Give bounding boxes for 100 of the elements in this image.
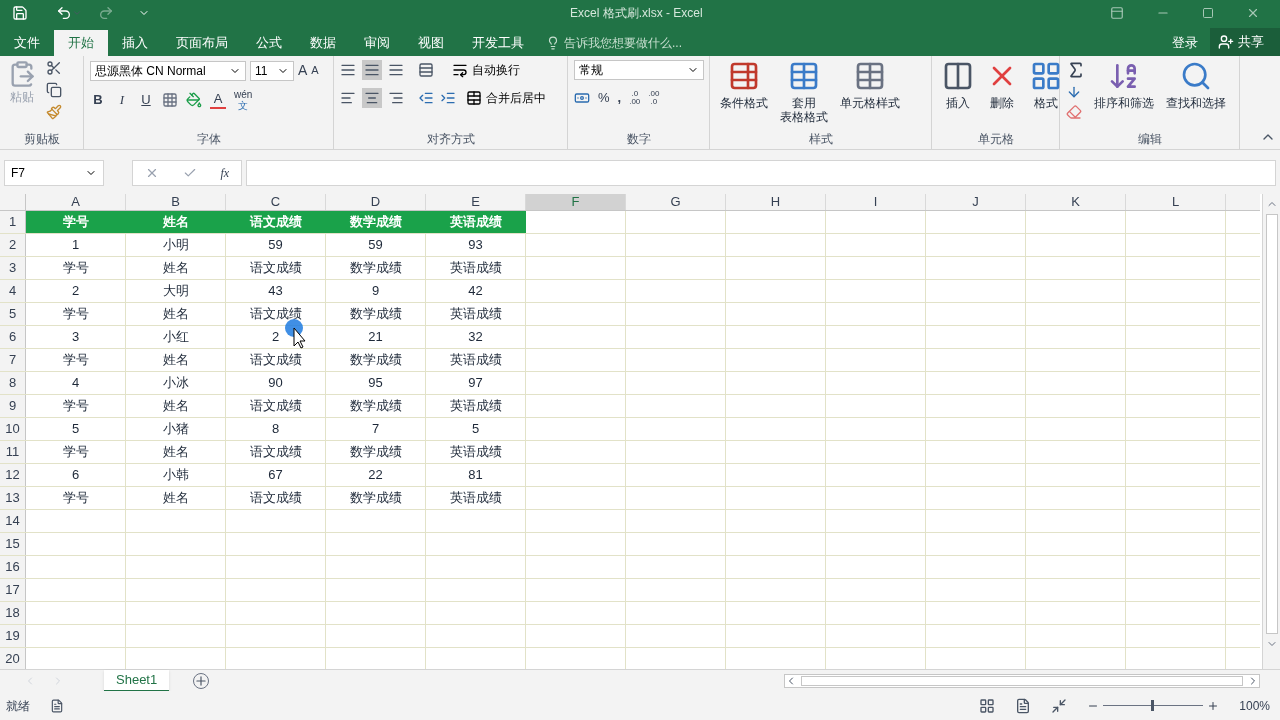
- ribbon-button[interactable]: 插入: [938, 60, 978, 110]
- table-cell: 姓名: [126, 487, 226, 509]
- row-header[interactable]: 11: [0, 441, 26, 463]
- zoom-level[interactable]: 100%: [1239, 696, 1270, 715]
- table-cell: 小冰: [126, 372, 226, 394]
- column-header[interactable]: B: [126, 194, 226, 210]
- ribbon-button[interactable]: 条件格式: [716, 60, 772, 110]
- table-cell: 67: [226, 464, 326, 486]
- wrap-text-button[interactable]: 自动换行: [452, 61, 520, 79]
- font-size-field[interactable]: 11: [250, 60, 294, 81]
- table-cell: 8: [226, 418, 326, 440]
- bold-button[interactable]: B: [90, 90, 106, 110]
- share-button[interactable]: 共享: [1210, 28, 1280, 56]
- name-box[interactable]: F7: [4, 160, 104, 186]
- ribbon-button[interactable]: 格式: [1026, 60, 1066, 110]
- table-cell: 英语成绩: [426, 441, 526, 463]
- grow-font-button[interactable]: A: [298, 60, 308, 81]
- group-label: 单元格: [976, 131, 1015, 148]
- row-header[interactable]: 1: [0, 211, 26, 233]
- table-cell: 姓名: [126, 395, 226, 417]
- ribbon-button[interactable]: 套用 表格格式: [776, 60, 832, 124]
- row-header[interactable]: 17: [0, 579, 26, 601]
- table-cell: 3: [26, 326, 126, 348]
- insert-function-button[interactable]: fx: [220, 164, 230, 182]
- row-header[interactable]: 15: [0, 533, 26, 555]
- row-header[interactable]: 8: [0, 372, 26, 394]
- row-header[interactable]: 20: [0, 648, 26, 669]
- ribbon-button[interactable]: 排序和筛选: [1090, 60, 1158, 110]
- table-cell: 9: [326, 280, 426, 302]
- table-cell: 21: [326, 326, 426, 348]
- row-header[interactable]: 16: [0, 556, 26, 578]
- number-format-field[interactable]: 常规: [574, 60, 704, 80]
- column-header[interactable]: A: [26, 194, 126, 210]
- increase-decimal-button[interactable]: .0 .00: [629, 89, 641, 106]
- ribbon-button[interactable]: 单元格样式: [836, 60, 904, 110]
- table-cell: 小韩: [126, 464, 226, 486]
- header-cell: 数学成绩: [326, 211, 426, 233]
- ribbon-tab[interactable]: 页面布局: [162, 30, 242, 56]
- ribbon-tab[interactable]: 视图: [404, 30, 458, 56]
- ribbon-tab[interactable]: 数据: [296, 30, 350, 56]
- column-header[interactable]: H: [726, 194, 826, 210]
- phonetic-button[interactable]: wén 文: [234, 89, 253, 111]
- ribbon-tab[interactable]: 文件: [0, 30, 54, 56]
- column-header[interactable]: L: [1126, 194, 1226, 210]
- percent-button[interactable]: %: [598, 88, 610, 108]
- row-header[interactable]: 5: [0, 303, 26, 325]
- shrink-font-button[interactable]: A: [311, 62, 319, 79]
- group-label: 数字: [625, 131, 652, 148]
- ribbon-tab[interactable]: 公式: [242, 30, 296, 56]
- table-cell: 5: [26, 418, 126, 440]
- column-header[interactable]: C: [226, 194, 326, 210]
- font-color-button[interactable]: A: [210, 91, 226, 109]
- row-header[interactable]: 12: [0, 464, 26, 486]
- column-header[interactable]: D: [326, 194, 426, 210]
- table-cell: 语文成绩: [226, 441, 326, 463]
- table-cell: 95: [326, 372, 426, 394]
- merge-center-button[interactable]: 合并后居中: [466, 89, 546, 107]
- row-header[interactable]: 18: [0, 602, 26, 624]
- decrease-decimal-button[interactable]: .00 .0: [648, 89, 660, 106]
- login-link[interactable]: 登录: [1160, 30, 1210, 56]
- row-header[interactable]: 9: [0, 395, 26, 417]
- tell-me-field[interactable]: 告诉我您想要做什么...: [564, 34, 744, 52]
- group-label: 剪贴板: [22, 131, 61, 148]
- row-header[interactable]: 3: [0, 257, 26, 279]
- column-header[interactable]: J: [926, 194, 1026, 210]
- table-cell: 英语成绩: [426, 303, 526, 325]
- font-name-field[interactable]: 思源黑体 CN Normal: [90, 60, 246, 81]
- comma-button[interactable]: ,: [617, 88, 622, 108]
- row-header[interactable]: 2: [0, 234, 26, 256]
- ribbon-tab[interactable]: 开始: [54, 30, 108, 56]
- column-header[interactable]: I: [826, 194, 926, 210]
- status-text: 就绪: [6, 697, 30, 715]
- underline-button[interactable]: U: [138, 90, 154, 110]
- table-cell: 4: [26, 372, 126, 394]
- row-header[interactable]: 7: [0, 349, 26, 371]
- table-cell: 32: [426, 326, 526, 348]
- ribbon-button[interactable]: 查找和选择: [1162, 60, 1230, 110]
- column-header[interactable]: K: [1026, 194, 1126, 210]
- table-cell: 数学成绩: [326, 487, 426, 509]
- row-header[interactable]: 4: [0, 280, 26, 302]
- table-cell: 5: [426, 418, 526, 440]
- ribbon-tab[interactable]: 审阅: [350, 30, 404, 56]
- table-cell: 姓名: [126, 441, 226, 463]
- table-cell: 姓名: [126, 349, 226, 371]
- table-cell: 90: [226, 372, 326, 394]
- column-header[interactable]: G: [626, 194, 726, 210]
- italic-button[interactable]: I: [114, 90, 130, 110]
- ribbon-button[interactable]: 删除: [982, 60, 1022, 110]
- row-header[interactable]: 19: [0, 625, 26, 647]
- table-cell: 数学成绩: [326, 441, 426, 463]
- table-cell: 英语成绩: [426, 395, 526, 417]
- table-cell: 小红: [126, 326, 226, 348]
- row-header[interactable]: 14: [0, 510, 26, 532]
- row-header[interactable]: 10: [0, 418, 26, 440]
- sheet-tab[interactable]: Sheet1: [104, 669, 170, 692]
- ribbon-tab[interactable]: 开发工具: [458, 30, 538, 56]
- ribbon-tab[interactable]: 插入: [108, 30, 162, 56]
- row-header[interactable]: 6: [0, 326, 26, 348]
- row-header[interactable]: 13: [0, 487, 26, 509]
- column-header[interactable]: F: [526, 194, 626, 210]
